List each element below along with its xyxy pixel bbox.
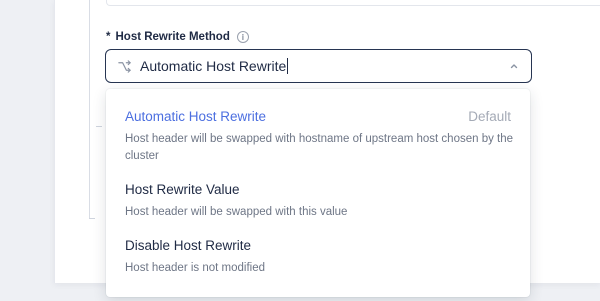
option-description: Host header will be swapped with this va… [125,206,348,218]
default-badge: Default [468,109,511,124]
option-disable-host-rewrite[interactable]: Disable Host Rewrite Host header is not … [125,238,511,277]
option-title: Automatic Host Rewrite [125,109,267,124]
host-rewrite-method-select[interactable]: Automatic Host Rewrite [105,49,532,83]
previous-input-field[interactable] [106,0,600,6]
tree-connector-tick [89,218,95,219]
option-description: Host header is not modified [125,262,265,274]
tree-connector-tick [96,126,102,127]
required-marker: * [106,31,111,43]
option-description: Host header will be swapped with hostnam… [125,133,514,162]
host-rewrite-method-label: * Host Rewrite Method i [106,29,249,45]
field-label-text: Host Rewrite Method [115,31,230,43]
option-title: Disable Host Rewrite [125,238,252,253]
info-icon[interactable]: i [236,31,249,43]
select-dropdown-menu: Automatic Host Rewrite Default Host head… [106,89,530,297]
chevron-up-icon[interactable] [509,61,519,71]
option-host-rewrite-value[interactable]: Host Rewrite Value Host header will be s… [125,182,511,221]
select-current-value: Automatic Host Rewrite [140,58,289,74]
tree-connector-line [89,0,90,218]
option-title: Host Rewrite Value [125,182,240,197]
route-shuffle-icon [118,59,131,73]
option-automatic-host-rewrite[interactable]: Automatic Host Rewrite Default Host head… [125,109,513,165]
